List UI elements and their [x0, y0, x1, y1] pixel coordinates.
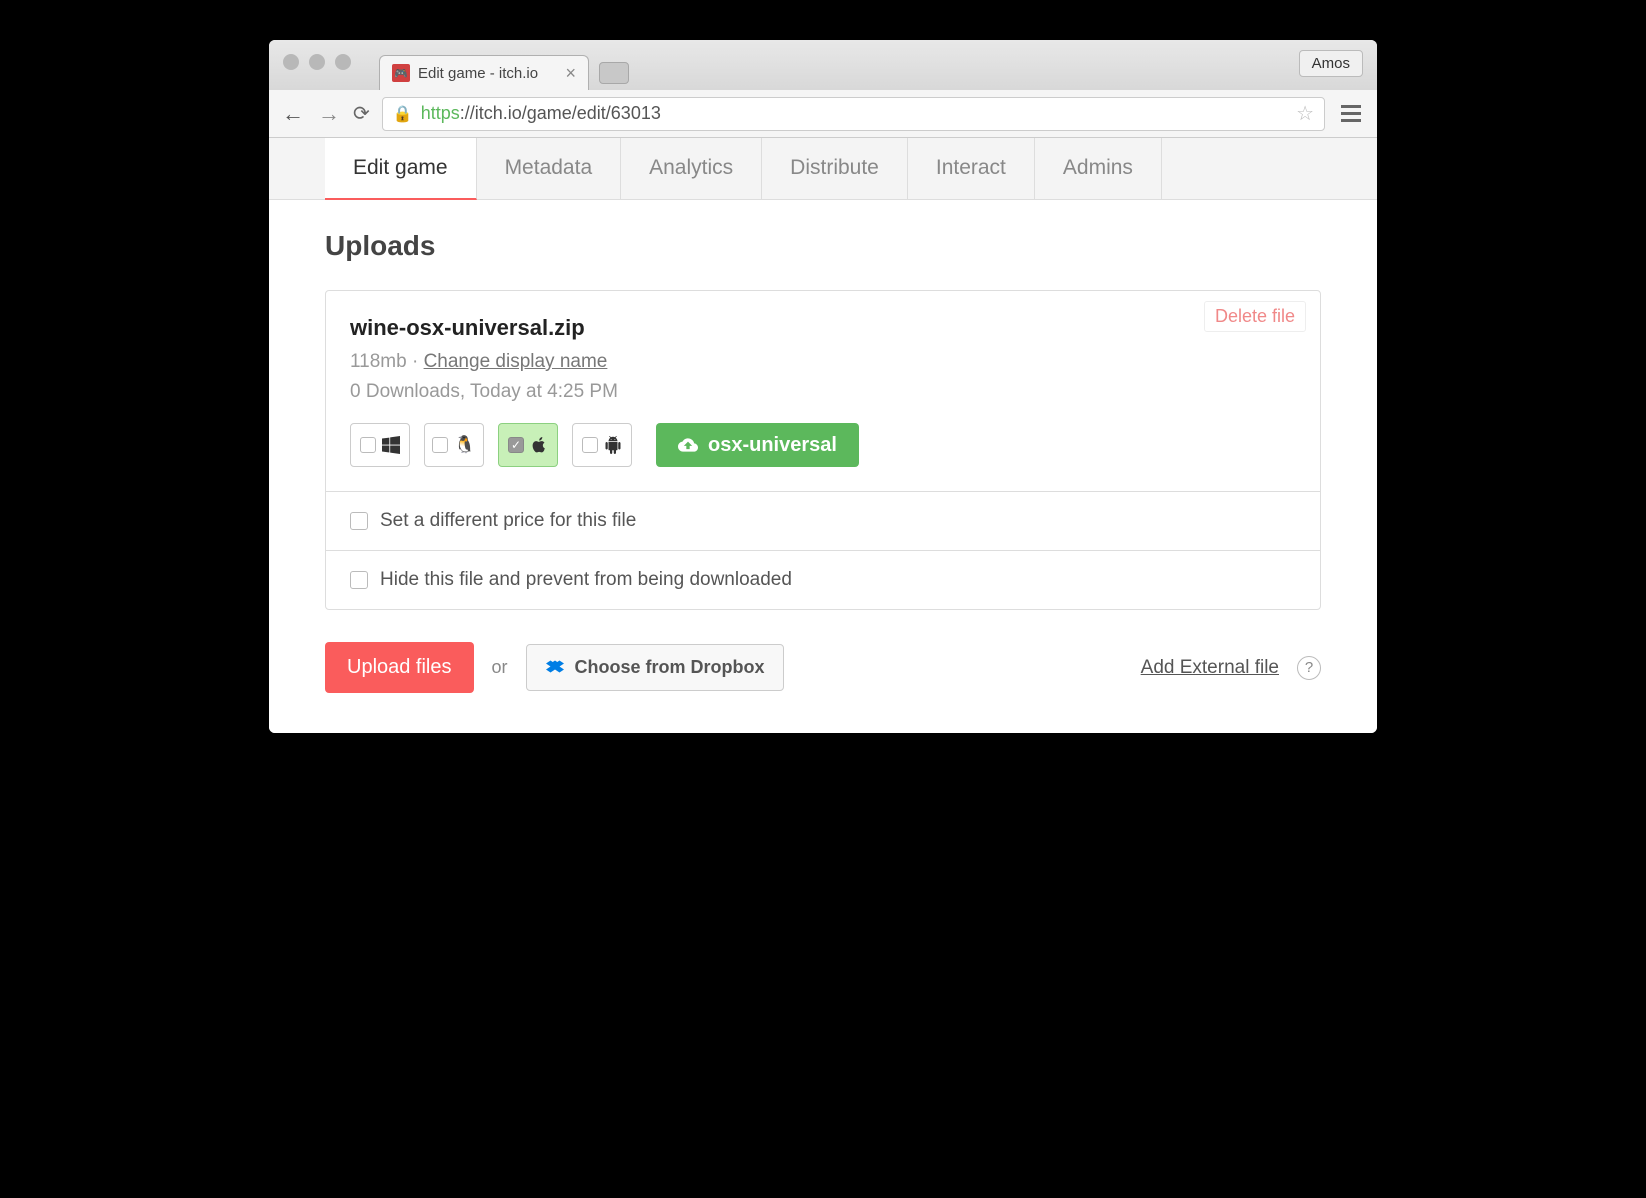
platform-windows-checkbox[interactable] — [350, 423, 410, 467]
browser-tab-strip: 🎮 Edit game - itch.io × Amos — [269, 40, 1377, 90]
profile-name: Amos — [1312, 55, 1350, 72]
channel-label: osx-universal — [708, 434, 837, 457]
section-title: Uploads — [325, 230, 1321, 262]
hamburger-menu-icon[interactable] — [1337, 101, 1365, 126]
checkbox-icon — [350, 571, 368, 589]
android-icon — [604, 436, 622, 454]
delete-file-button[interactable]: Delete file — [1204, 301, 1306, 332]
file-name: wine-osx-universal.zip — [350, 315, 1296, 341]
browser-toolbar: ← → ⟳ 🔒 https://itch.io/game/edit/63013 … — [269, 90, 1377, 138]
dropbox-icon — [545, 659, 565, 677]
tab-analytics[interactable]: Analytics — [621, 138, 762, 199]
tab-interact[interactable]: Interact — [908, 138, 1035, 199]
bookmark-star-icon[interactable]: ☆ — [1296, 101, 1314, 126]
page-content: Edit game Metadata Analytics Distribute … — [269, 138, 1377, 733]
platform-linux-checkbox[interactable]: 🐧 — [424, 423, 484, 467]
checkbox-icon — [360, 437, 376, 453]
upload-files-button[interactable]: Upload files — [325, 642, 474, 693]
windows-icon — [382, 436, 400, 454]
checkbox-icon — [350, 512, 368, 530]
main-area: Uploads Delete file wine-osx-universal.z… — [269, 200, 1377, 733]
address-bar[interactable]: 🔒 https://itch.io/game/edit/63013 ☆ — [382, 97, 1325, 131]
or-text: or — [492, 657, 508, 678]
profile-button[interactable]: Amos — [1299, 50, 1363, 77]
option-different-price[interactable]: Set a different price for this file — [326, 491, 1320, 550]
checkbox-icon — [432, 437, 448, 453]
linux-icon: 🐧 — [454, 435, 475, 455]
browser-window: 🎮 Edit game - itch.io × Amos ← → ⟳ 🔒 htt… — [269, 40, 1377, 733]
download-info: 0 Downloads, Today at 4:25 PM — [350, 381, 1296, 403]
page-nav-tabs: Edit game Metadata Analytics Distribute … — [269, 138, 1377, 200]
checkbox-icon: ✓ — [508, 437, 524, 453]
window-maximize-button[interactable] — [335, 54, 351, 70]
file-meta: 118mb · Change display name — [350, 351, 1296, 373]
new-tab-button[interactable] — [599, 62, 629, 84]
upload-cloud-icon — [678, 435, 698, 455]
actions-row: Upload files or Choose from Dropbox Add … — [325, 642, 1321, 693]
upload-card: Delete file wine-osx-universal.zip 118mb… — [325, 290, 1321, 610]
file-size: 118mb — [350, 351, 407, 372]
back-button[interactable]: ← — [281, 101, 305, 127]
tab-metadata[interactable]: Metadata — [477, 138, 622, 199]
window-controls — [283, 54, 351, 70]
reload-button[interactable]: ⟳ — [353, 101, 370, 126]
window-close-button[interactable] — [283, 54, 299, 70]
platform-row: 🐧 ✓ osx-universal — [350, 423, 1296, 467]
checkbox-icon — [582, 437, 598, 453]
forward-button[interactable]: → — [317, 101, 341, 127]
lock-icon: 🔒 — [393, 104, 413, 124]
option-label: Set a different price for this file — [380, 510, 636, 532]
tab-title: Edit game - itch.io — [418, 65, 538, 82]
window-minimize-button[interactable] — [309, 54, 325, 70]
dropbox-label: Choose from Dropbox — [575, 657, 765, 678]
add-external-file-link[interactable]: Add External file — [1141, 657, 1279, 679]
dropbox-button[interactable]: Choose from Dropbox — [526, 644, 784, 691]
option-label: Hide this file and prevent from being do… — [380, 569, 792, 591]
help-button[interactable]: ? — [1297, 656, 1321, 680]
card-body: wine-osx-universal.zip 118mb · Change di… — [326, 291, 1320, 491]
browser-tab[interactable]: 🎮 Edit game - itch.io × — [379, 55, 589, 90]
url-text: https://itch.io/game/edit/63013 — [421, 103, 661, 124]
tab-admins[interactable]: Admins — [1035, 138, 1162, 199]
platform-android-checkbox[interactable] — [572, 423, 632, 467]
apple-icon — [530, 436, 548, 454]
tab-close-icon[interactable]: × — [565, 63, 576, 84]
channel-button[interactable]: osx-universal — [656, 423, 859, 467]
option-hide-file[interactable]: Hide this file and prevent from being do… — [326, 550, 1320, 609]
tab-distribute[interactable]: Distribute — [762, 138, 908, 199]
platform-mac-checkbox[interactable]: ✓ — [498, 423, 558, 467]
change-display-name-link[interactable]: Change display name — [424, 351, 608, 372]
tab-edit-game[interactable]: Edit game — [325, 138, 477, 200]
favicon-icon: 🎮 — [392, 64, 410, 82]
